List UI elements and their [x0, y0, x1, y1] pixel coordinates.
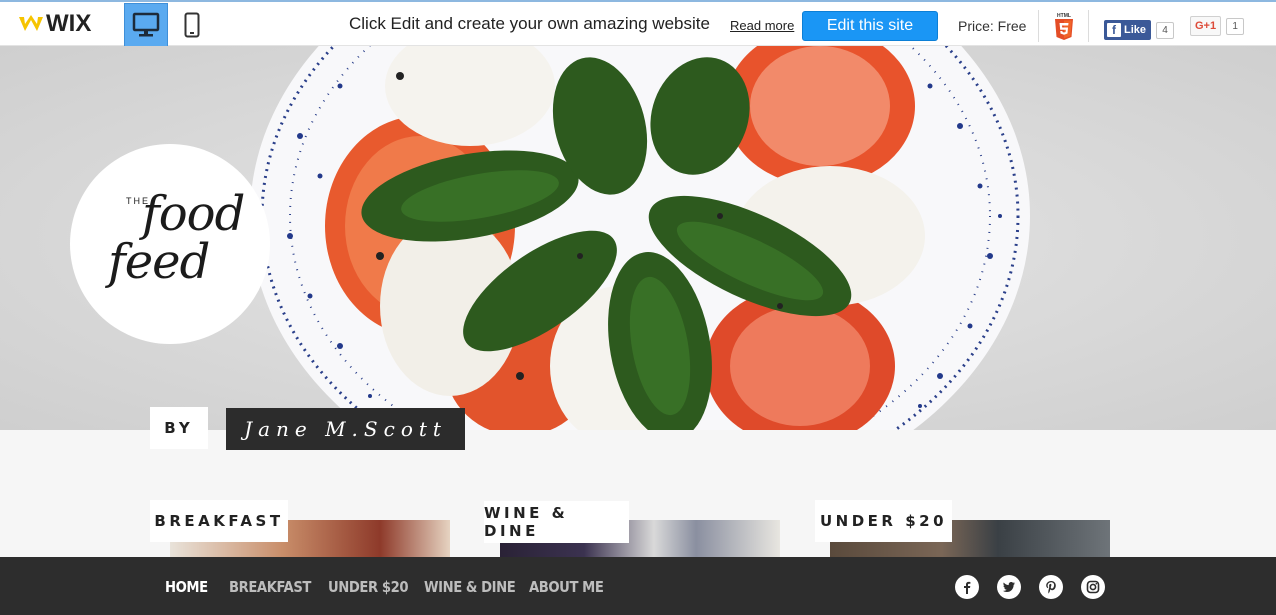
divider — [1038, 10, 1039, 42]
facebook-like-button[interactable]: f Like — [1104, 20, 1152, 40]
facebook-like-label: Like — [1124, 24, 1147, 36]
desktop-view-button[interactable] — [124, 3, 168, 47]
wix-logo-text: WIX — [46, 10, 92, 37]
instagram-social-button[interactable] — [1081, 575, 1105, 599]
category-breakfast[interactable]: BREAKFAST — [150, 500, 288, 542]
mobile-view-button[interactable] — [172, 3, 212, 47]
category-wine-dine[interactable]: WINE & DINE — [484, 501, 629, 543]
facebook-like-widget[interactable]: f Like 4 — [1104, 20, 1175, 40]
hero-image: THE food feed — [0, 46, 1276, 430]
author-name: Jane M.Scott — [226, 408, 465, 450]
wix-top-bar: WIX Click Edit and create your own amazi… — [0, 0, 1276, 47]
desktop-icon — [132, 12, 160, 37]
crown-icon — [19, 15, 43, 31]
nav-under-20[interactable]: UNDER $20 — [328, 578, 409, 596]
facebook-icon: f — [1107, 23, 1121, 37]
facebook-like-count: 4 — [1156, 21, 1175, 39]
nav-home[interactable]: HOME — [165, 578, 208, 596]
edit-site-button[interactable]: Edit this site — [802, 11, 938, 41]
promo-text: Click Edit and create your own amazing w… — [349, 14, 710, 33]
read-more-link[interactable]: Read more — [730, 18, 794, 33]
byline-by: BY — [150, 407, 208, 449]
pinterest-social-button[interactable] — [1039, 575, 1063, 599]
nav-wine-dine[interactable]: WINE & DINE — [424, 578, 516, 596]
google-plus-widget[interactable]: G+1 1 — [1190, 16, 1245, 36]
site-nav-bar: HOME BREAKFAST UNDER $20 WINE & DINE ABO… — [0, 557, 1276, 615]
divider — [1088, 10, 1089, 42]
mobile-icon — [184, 12, 200, 38]
pinterest-icon — [1046, 581, 1056, 594]
instagram-icon — [1086, 580, 1100, 594]
html5-icon: HTML — [1055, 13, 1073, 40]
nav-about-me[interactable]: ABOUT ME — [529, 578, 604, 596]
facebook-social-button[interactable] — [955, 575, 979, 599]
price-label: Price: Free — [958, 18, 1027, 34]
nav-breakfast[interactable]: BREAKFAST — [229, 578, 311, 596]
google-plus-count: 1 — [1226, 17, 1245, 35]
google-plus-button[interactable]: G+1 — [1190, 16, 1222, 36]
facebook-icon — [964, 581, 971, 594]
twitter-social-button[interactable] — [997, 575, 1021, 599]
twitter-icon — [1003, 582, 1015, 592]
category-under-20[interactable]: UNDER $20 — [815, 500, 952, 542]
wix-logo[interactable]: WIX — [18, 10, 91, 38]
html5-label: HTML — [1057, 13, 1071, 19]
logo-feed: feed — [108, 234, 210, 290]
